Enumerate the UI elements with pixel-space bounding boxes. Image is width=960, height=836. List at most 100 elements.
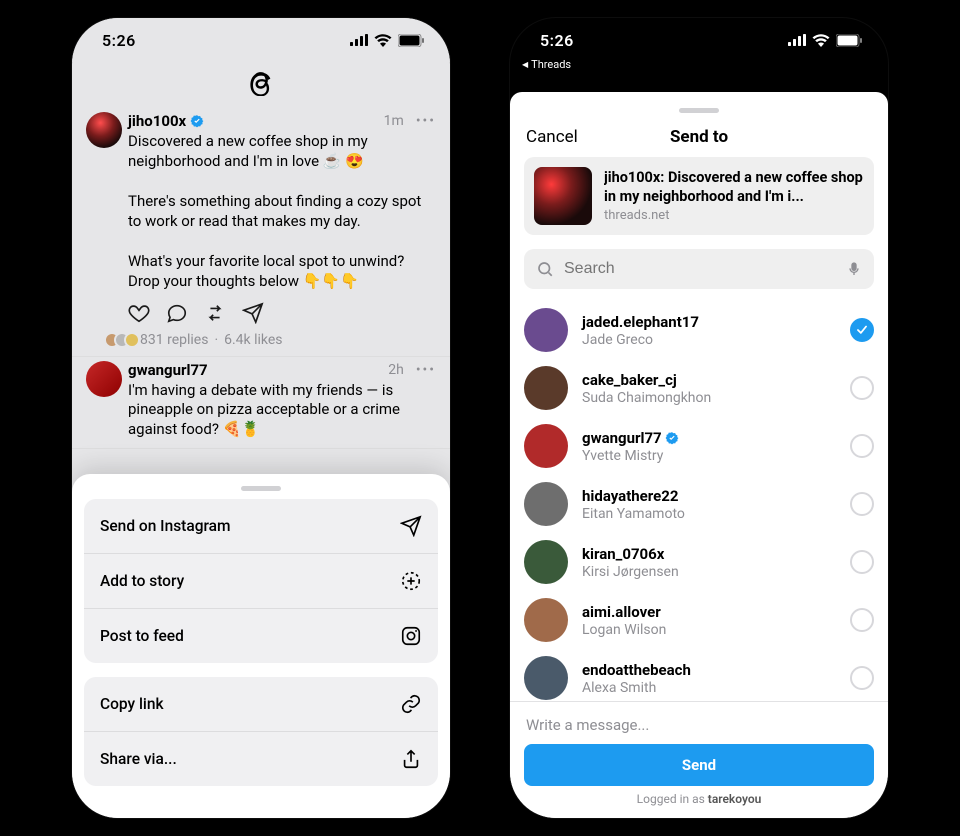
preview-text: jiho100x: Discovered a new coffee shop i… bbox=[604, 169, 864, 205]
contact-row[interactable]: gwangurl77 Yvette Mistry bbox=[524, 417, 874, 475]
contact-username: hidayathere22 bbox=[582, 487, 836, 505]
like-icon[interactable] bbox=[128, 302, 150, 324]
status-time: 5:26 bbox=[102, 31, 136, 50]
contact-fullname: Kirsi Jørgensen bbox=[582, 564, 836, 580]
post-replies[interactable]: 831 replies bbox=[140, 332, 208, 348]
share-group-instagram: Send on Instagram Add to story Post to f… bbox=[84, 499, 438, 663]
post-username[interactable]: gwangurl77 bbox=[128, 361, 208, 379]
cellular-icon bbox=[350, 34, 368, 46]
contact-row[interactable]: kiran_0706xKirsi Jørgensen bbox=[524, 533, 874, 591]
phone-instagram: 5:26 Threads Cancel Send to jiho100x: Di… bbox=[510, 18, 888, 818]
contact-select-radio[interactable] bbox=[850, 666, 874, 690]
share-row-label: Post to feed bbox=[100, 627, 184, 645]
post-actions bbox=[128, 302, 436, 324]
search-input[interactable] bbox=[562, 259, 838, 279]
post-body: Discovered a new coffee shop in my neigh… bbox=[128, 132, 436, 292]
contact-fullname: Logan Wilson bbox=[582, 622, 836, 638]
share-row-label: Share via... bbox=[100, 750, 177, 768]
contact-select-radio[interactable] bbox=[850, 608, 874, 632]
more-icon[interactable]: ••• bbox=[416, 113, 436, 129]
contact-list: jaded.elephant17Jade Grecocake_baker_cjS… bbox=[524, 301, 874, 701]
logged-in-text: Logged in as tarekoyou bbox=[524, 792, 874, 806]
mic-icon[interactable] bbox=[846, 259, 862, 279]
share-copy-link[interactable]: Copy link bbox=[84, 677, 438, 731]
sheet-handle[interactable] bbox=[679, 108, 719, 113]
preview-domain: threads.net bbox=[604, 208, 864, 223]
instagram-icon bbox=[400, 625, 422, 647]
avatar bbox=[524, 656, 568, 700]
phone-threads: 5:26 jiho100x 1m bbox=[72, 18, 450, 818]
threads-logo bbox=[72, 66, 450, 96]
avatar[interactable] bbox=[86, 361, 122, 397]
status-icons bbox=[788, 34, 862, 47]
battery-icon bbox=[836, 34, 862, 47]
send-button[interactable]: Send bbox=[524, 744, 874, 786]
post-username[interactable]: jiho100x bbox=[128, 112, 186, 130]
repliers-avatars bbox=[104, 332, 134, 348]
link-preview-card[interactable]: jiho100x: Discovered a new coffee shop i… bbox=[524, 157, 874, 235]
share-via[interactable]: Share via... bbox=[84, 731, 438, 786]
share-row-label: Send on Instagram bbox=[100, 517, 231, 535]
contact-select-radio[interactable] bbox=[850, 376, 874, 400]
sheet-handle[interactable] bbox=[241, 486, 281, 491]
post[interactable]: jiho100x 1m ••• Discovered a new coffee … bbox=[72, 108, 450, 357]
message-input[interactable]: Write a message... bbox=[524, 712, 874, 744]
avatar bbox=[524, 540, 568, 584]
avatar[interactable] bbox=[86, 112, 122, 148]
post-body: I'm having a debate with my friends — is… bbox=[128, 381, 436, 441]
avatar bbox=[524, 482, 568, 526]
more-icon[interactable]: ••• bbox=[416, 362, 436, 378]
contact-select-radio[interactable] bbox=[850, 434, 874, 458]
cellular-icon bbox=[788, 34, 806, 46]
post-time: 2h bbox=[388, 362, 404, 378]
post-time: 1m bbox=[384, 113, 404, 129]
share-group-other: Copy link Share via... bbox=[84, 677, 438, 786]
contact-username: gwangurl77 bbox=[582, 429, 836, 447]
search-box[interactable] bbox=[524, 249, 874, 289]
contact-username: kiran_0706x bbox=[582, 545, 836, 563]
contact-fullname: Alexa Smith bbox=[582, 680, 836, 696]
share-post-to-feed[interactable]: Post to feed bbox=[84, 608, 438, 663]
contact-fullname: Suda Chaimongkhon bbox=[582, 390, 836, 406]
share-add-to-story[interactable]: Add to story bbox=[84, 553, 438, 608]
avatar bbox=[524, 308, 568, 352]
send-icon[interactable] bbox=[242, 302, 264, 324]
wifi-icon bbox=[812, 34, 830, 47]
repost-icon[interactable] bbox=[204, 302, 226, 324]
send-footer: Write a message... Send Logged in as tar… bbox=[510, 701, 888, 818]
verified-badge-icon bbox=[190, 114, 204, 128]
contact-row[interactable]: cake_baker_cjSuda Chaimongkhon bbox=[524, 359, 874, 417]
post-likes[interactable]: 6.4k likes bbox=[224, 332, 282, 348]
share-row-label: Copy link bbox=[100, 695, 164, 713]
wifi-icon bbox=[374, 34, 392, 47]
status-time: 5:26 bbox=[540, 31, 574, 50]
contact-fullname: Yvette Mistry bbox=[582, 448, 836, 464]
contact-select-radio[interactable] bbox=[850, 492, 874, 516]
search-icon bbox=[536, 260, 554, 278]
post[interactable]: gwangurl77 2h ••• I'm having a debate wi… bbox=[72, 357, 450, 450]
contact-select-radio[interactable] bbox=[850, 550, 874, 574]
contact-select-radio[interactable] bbox=[850, 318, 874, 342]
feed: jiho100x 1m ••• Discovered a new coffee … bbox=[72, 108, 450, 449]
reply-icon[interactable] bbox=[166, 302, 188, 324]
share-send-instagram[interactable]: Send on Instagram bbox=[84, 499, 438, 553]
send-to-sheet: Cancel Send to jiho100x: Discovered a ne… bbox=[510, 102, 888, 818]
status-bar: 5:26 bbox=[510, 18, 888, 62]
back-to-threads[interactable]: Threads bbox=[510, 58, 888, 73]
avatar bbox=[524, 598, 568, 642]
status-icons bbox=[350, 34, 424, 47]
preview-thumb bbox=[534, 167, 592, 225]
contact-username: jaded.elephant17 bbox=[582, 313, 836, 331]
contact-row[interactable]: hidayathere22Eitan Yamamoto bbox=[524, 475, 874, 533]
contact-row[interactable]: endoatthebeachAlexa Smith bbox=[524, 649, 874, 701]
contact-row[interactable]: jaded.elephant17Jade Greco bbox=[524, 301, 874, 359]
battery-icon bbox=[398, 34, 424, 47]
avatar bbox=[524, 366, 568, 410]
contact-row[interactable]: aimi.alloverLogan Wilson bbox=[524, 591, 874, 649]
status-bar: 5:26 bbox=[72, 18, 450, 62]
avatar bbox=[524, 424, 568, 468]
link-icon bbox=[400, 693, 422, 715]
verified-badge-icon bbox=[665, 431, 679, 445]
story-icon bbox=[400, 570, 422, 592]
contact-fullname: Jade Greco bbox=[582, 332, 836, 348]
